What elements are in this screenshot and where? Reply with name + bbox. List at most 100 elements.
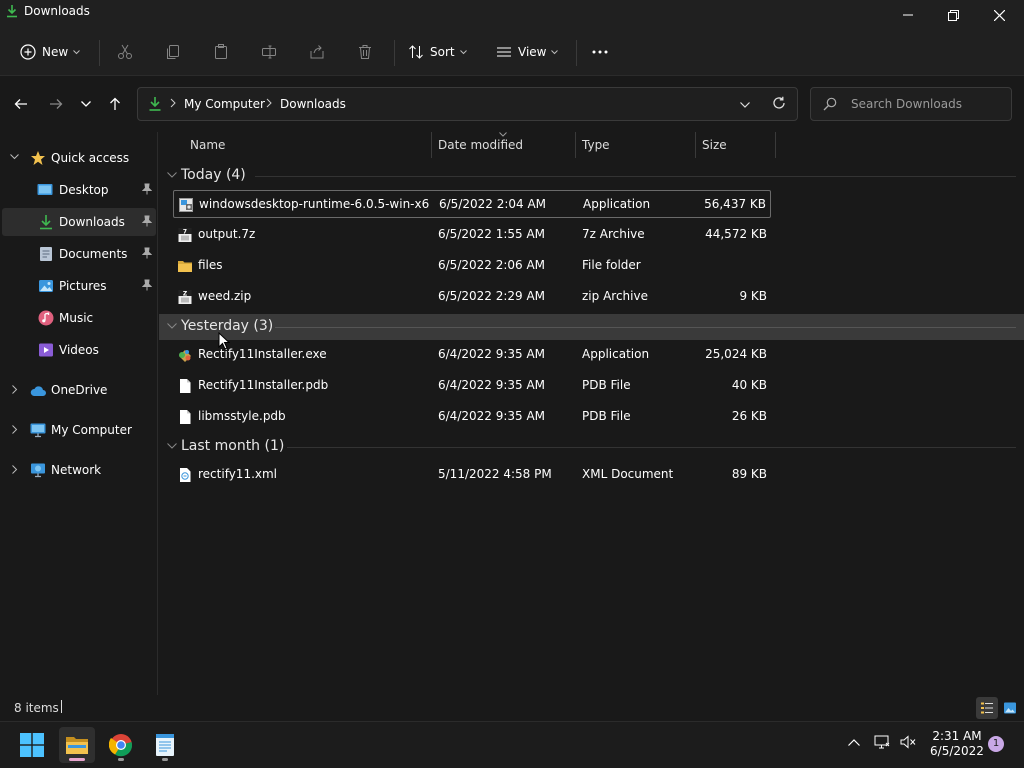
file-type: Application <box>583 197 651 211</box>
clock[interactable]: 2:31 AM 6/5/2022 <box>928 729 986 759</box>
address-bar[interactable]: My Computer Downloads <box>137 87 798 121</box>
sidebar-item-network[interactable]: Network <box>2 456 156 484</box>
chevron-right-icon[interactable] <box>12 425 18 434</box>
notification-badge[interactable]: 1 <box>988 736 1004 752</box>
running-app-indicator <box>118 758 124 761</box>
chevron-down-icon <box>81 101 91 107</box>
chevron-down-icon[interactable] <box>10 154 19 160</box>
delete-button[interactable] <box>357 38 373 66</box>
restore-icon <box>947 9 959 21</box>
file-row[interactable]: Rectify11Installer.pdb 6/4/2022 9:35 AM … <box>173 372 771 400</box>
chevron-right-icon[interactable] <box>12 385 18 394</box>
videos-icon <box>39 343 53 357</box>
start-button[interactable] <box>14 727 50 763</box>
paste-button[interactable] <box>213 38 229 66</box>
group-divider <box>255 176 1016 177</box>
breadcrumb-downloads[interactable]: Downloads <box>280 97 346 111</box>
sidebar-item-downloads[interactable]: Downloads <box>2 208 156 236</box>
taskbar-notepad[interactable] <box>147 727 183 763</box>
new-button[interactable]: New <box>20 38 81 66</box>
minimize-button[interactable] <box>885 0 931 30</box>
sidebar-item-pictures[interactable]: Pictures <box>2 272 156 300</box>
column-divider[interactable] <box>695 132 696 158</box>
archive-icon: 7 <box>178 228 192 242</box>
chevron-right-icon[interactable] <box>12 465 18 474</box>
share-button[interactable] <box>309 38 325 66</box>
group-header-last-month[interactable]: Last month (1) <box>159 434 1024 460</box>
taskbar-chrome[interactable] <box>103 727 139 763</box>
network-status-button[interactable] <box>874 734 890 750</box>
pin-icon <box>142 279 152 291</box>
group-header-today[interactable]: Today (4) <box>159 163 1024 189</box>
column-header-size[interactable]: Size <box>702 138 727 164</box>
column-header-type[interactable]: Type <box>582 138 610 164</box>
copy-button[interactable] <box>165 38 181 66</box>
windows-logo-icon <box>20 733 44 757</box>
search-icon <box>823 97 837 111</box>
more-options-button[interactable] <box>592 38 608 66</box>
chevron-down-icon[interactable] <box>740 102 750 108</box>
sidebar-item-onedrive[interactable]: OneDrive <box>2 376 156 404</box>
column-divider[interactable] <box>431 132 432 158</box>
sidebar-item-music[interactable]: Music <box>2 304 156 332</box>
arrow-left-icon <box>14 99 27 109</box>
file-date: 6/4/2022 9:35 AM <box>438 409 546 423</box>
sidebar-item-videos[interactable]: Videos <box>2 336 156 364</box>
up-button[interactable] <box>104 93 126 115</box>
details-view-icon <box>981 702 993 714</box>
network-status-icon <box>874 735 890 749</box>
large-icons-view-button[interactable] <box>999 697 1021 719</box>
forward-button[interactable] <box>45 93 67 115</box>
column-header-date-modified[interactable]: Date modified <box>438 138 523 164</box>
file-name: files <box>198 258 223 272</box>
search-box[interactable]: Search Downloads <box>810 87 1012 121</box>
view-button[interactable]: View <box>496 38 559 66</box>
file-name: weed.zip <box>198 289 252 303</box>
file-name: Rectify11Installer.exe <box>198 347 327 361</box>
breadcrumb-my-computer[interactable]: My Computer <box>184 97 265 111</box>
close-button[interactable] <box>976 0 1022 30</box>
cut-button[interactable] <box>117 38 133 66</box>
details-view-button[interactable] <box>976 697 998 719</box>
volume-button[interactable] <box>900 734 916 750</box>
sidebar-item-documents[interactable]: Documents <box>2 240 156 268</box>
column-header-name[interactable]: Name <box>190 138 225 164</box>
file-name: Rectify11Installer.pdb <box>198 378 329 392</box>
archive-icon: Z <box>178 290 192 304</box>
file-row[interactable]: rectify11.xml 5/11/2022 4:58 PM XML Docu… <box>173 461 771 489</box>
column-divider[interactable] <box>575 132 576 158</box>
group-divider <box>287 447 1016 448</box>
sidebar-item-label: Downloads <box>59 215 125 229</box>
refresh-icon[interactable] <box>772 96 786 110</box>
computer-icon <box>30 423 46 438</box>
group-header-yesterday[interactable]: Yesterday (3) <box>159 314 1024 340</box>
show-hidden-icons-button[interactable] <box>846 734 862 750</box>
rename-button[interactable] <box>261 38 277 66</box>
sidebar-item-quick-access[interactable]: Quick access <box>2 144 156 172</box>
desktop-icon <box>37 184 53 195</box>
sort-button[interactable]: Sort <box>408 38 467 66</box>
copy-icon <box>167 45 179 59</box>
file-row[interactable]: Z weed.zip 6/5/2022 2:29 AM zip Archive … <box>173 283 771 311</box>
arrow-right-icon <box>50 99 63 109</box>
file-row[interactable]: files 6/5/2022 2:06 AM File folder <box>173 252 771 280</box>
recent-locations-button[interactable] <box>75 93 97 115</box>
taskbar-file-explorer[interactable] <box>59 727 95 763</box>
restore-button[interactable] <box>930 0 976 30</box>
file-size: 44,572 KB <box>705 227 767 241</box>
back-button[interactable] <box>10 93 32 115</box>
file-row[interactable]: windowsdesktop-runtime-6.0.5-win-x64....… <box>173 190 771 218</box>
file-row[interactable]: Rectify11Installer.exe 6/4/2022 9:35 AM … <box>173 341 771 369</box>
downloads-icon <box>7 5 17 18</box>
sidebar-item-desktop[interactable]: Desktop <box>2 176 156 204</box>
column-divider[interactable] <box>775 132 776 158</box>
new-label: New <box>42 45 69 59</box>
file-row[interactable]: 7 output.7z 6/5/2022 1:55 AM 7z Archive … <box>173 221 771 249</box>
view-lines-icon <box>497 47 511 57</box>
close-icon <box>993 9 1005 21</box>
chevron-up-icon <box>848 738 860 746</box>
rename-icon <box>262 45 276 59</box>
sidebar-item-label: Quick access <box>51 151 130 165</box>
file-row[interactable]: libmsstyle.pdb 6/4/2022 9:35 AM PDB File… <box>173 403 771 431</box>
sidebar-item-my-computer[interactable]: My Computer <box>2 416 156 444</box>
